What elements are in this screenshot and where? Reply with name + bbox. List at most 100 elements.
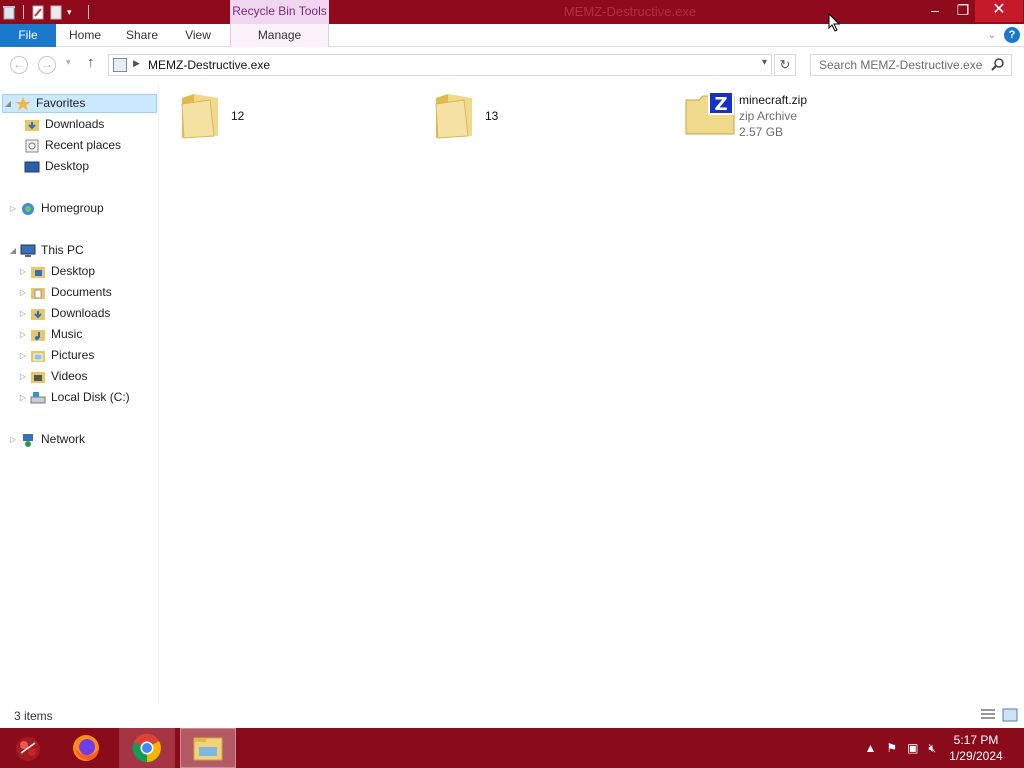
nav-pc-videos[interactable]: ▷ Videos [18,367,88,386]
mouse-cursor-icon [828,13,841,32]
tab-manage[interactable]: Manage [230,24,329,47]
window-title: MEMZ-Destructive.exe [563,4,697,19]
nav-label: Pictures [51,348,95,362]
file-item-minecraft-zip[interactable]: Z minecraft.zip zip Archive 2.57 GB [685,90,885,142]
file-name: 13 [485,109,499,123]
expand-icon[interactable]: ▷ [8,199,18,218]
address-bar[interactable]: ▶ MEMZ-Destructive.exe ▾ [108,54,772,76]
nav-label: Desktop [51,264,96,278]
nav-label: Music [51,327,83,341]
file-name: minecraft.zip [739,93,808,107]
pictures-folder-icon [31,350,45,362]
zip-archive-icon: Z [685,91,735,135]
back-button[interactable]: ← [10,56,28,74]
customize-toolbar-icon[interactable]: ▾ [67,5,81,20]
title-bar: ▾ Recycle Bin Tools MEMZ-Destructive.exe… [0,0,1024,24]
start-button[interactable] [0,728,56,768]
collapse-icon[interactable]: ◢ [8,241,18,260]
downloads-folder-icon [25,119,39,131]
nav-this-pc[interactable]: ◢ This PC [8,241,84,260]
desktop-icon [24,161,40,172]
expand-icon[interactable]: ▷ [18,325,28,344]
folder-icon [181,94,218,139]
file-name: 12 [231,109,245,123]
taskbar-file-explorer[interactable] [180,728,236,768]
nav-pc-documents[interactable]: ▷ Documents [18,283,112,302]
taskbar-firefox[interactable] [58,728,114,768]
network-status-icon[interactable]: ▣ [907,741,918,755]
details-view-icon[interactable] [980,708,996,722]
firefox-icon [73,735,99,761]
breadcrumb[interactable]: MEMZ-Destructive.exe [148,58,270,72]
recent-locations-icon[interactable]: ▾ [66,57,71,68]
music-folder-icon [31,329,45,341]
refresh-button[interactable]: ↻ [774,54,796,76]
videos-folder-icon [31,371,45,383]
tab-file[interactable]: File [0,24,56,47]
address-dropdown-icon[interactable]: ▾ [762,57,767,68]
nav-item-downloads[interactable]: Downloads [22,115,104,134]
system-tray: ▲ ⚑ ▣ 🔇︎ 5:17 PM 1/29/2024 [864,728,1024,768]
close-button[interactable]: ✕ [975,0,1023,22]
collapse-icon[interactable]: ◢ [3,94,13,113]
context-tab-group-label: Recycle Bin Tools [230,0,329,24]
computer-icon [20,244,36,257]
status-item-count: 3 items [14,709,53,723]
nav-pc-music[interactable]: ▷ Music [18,325,82,344]
tab-home[interactable]: Home [62,24,108,47]
new-folder-icon[interactable] [49,5,63,20]
search-input[interactable]: Search MEMZ-Destructive.exe [810,54,1012,76]
forward-button[interactable]: → [38,56,56,74]
expand-icon[interactable]: ▷ [18,262,28,281]
expand-ribbon-icon[interactable]: ⌄ [988,30,996,41]
action-center-flag-icon[interactable]: ⚑ [886,741,897,755]
svg-text:Z: Z [714,94,727,115]
expand-icon[interactable]: ▷ [18,388,28,407]
view-switcher [980,708,1018,722]
file-item-folder-12[interactable]: 12 [178,90,378,142]
nav-pc-pictures[interactable]: ▷ Pictures [18,346,94,365]
breadcrumb-arrow-icon[interactable]: ▶ [133,58,140,69]
toolbar-separator [23,5,24,19]
expand-icon[interactable]: ▷ [18,367,28,386]
network-icon [23,433,33,447]
nav-label: This PC [41,243,84,257]
volume-muted-icon[interactable]: 🔇︎ [928,741,936,756]
nav-label: Downloads [51,306,111,320]
file-item-folder-13[interactable]: 13 [432,90,632,142]
taskbar-chrome[interactable] [119,728,175,768]
show-hidden-icons-icon[interactable]: ▲ [864,741,876,755]
up-button[interactable]: ↑ [87,54,95,71]
recycle-bin-location-icon [113,58,127,72]
documents-folder-icon [31,287,45,299]
ribbon-tabs: File Home Share View Manage ⌄ ? [0,24,1024,47]
nav-pc-desktop[interactable]: ▷ Desktop [18,262,95,281]
help-icon[interactable]: ? [1004,27,1020,43]
toolbar-separator [88,5,89,19]
expand-icon[interactable]: ▷ [8,430,18,449]
large-icons-view-icon[interactable] [1002,708,1018,722]
pane-divider[interactable] [158,84,159,704]
expand-icon[interactable]: ▷ [18,346,28,365]
nav-pc-downloads[interactable]: ▷ Downloads [18,304,110,323]
recycle-bin-icon[interactable] [2,5,16,20]
nav-favorites[interactable]: ◢ Favorites [2,94,157,113]
homegroup-icon [22,202,34,215]
tab-view[interactable]: View [176,24,220,47]
search-icon[interactable] [991,57,1005,73]
nav-pc-local-disk[interactable]: ▷ Local Disk (C:) [18,388,130,407]
nav-item-desktop[interactable]: Desktop [22,157,89,176]
nav-homegroup[interactable]: ▷ Homegroup [8,199,104,218]
downloads-folder-icon [31,308,45,320]
nav-network[interactable]: ▷ Network [8,430,85,449]
nav-item-recent-places[interactable]: Recent places [22,136,121,155]
nav-label: Documents [51,285,112,299]
properties-icon[interactable] [31,5,45,20]
star-icon [15,96,31,111]
clock[interactable]: 5:17 PM 1/29/2024 [946,732,1006,764]
expand-icon[interactable]: ▷ [18,304,28,323]
tab-share[interactable]: Share [118,24,166,47]
expand-icon[interactable]: ▷ [18,283,28,302]
nav-label: Favorites [36,96,86,110]
nav-label: Network [41,432,86,446]
